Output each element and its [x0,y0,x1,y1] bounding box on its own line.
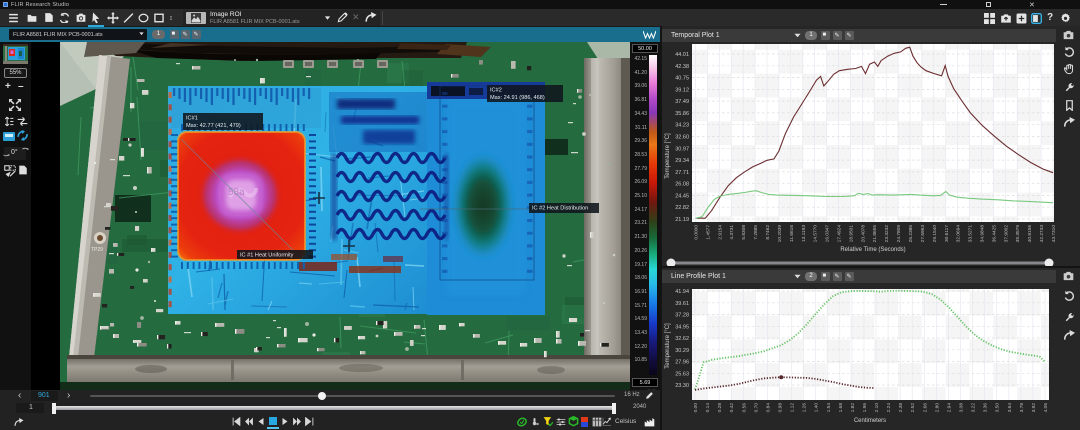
svg-text:17.4924: 17.4924 [837,225,843,243]
svg-text:0.98: 0.98 [778,403,784,413]
svg-text:24.45: 24.45 [675,193,689,199]
svg-text:39.12: 39.12 [675,87,689,93]
svg-text:7.2885: 7.2885 [753,225,759,240]
svg-text:3.50: 3.50 [995,403,1001,413]
svg-text:2.94: 2.94 [946,403,952,413]
svg-text:1.4577: 1.4577 [705,225,711,240]
svg-text:3.08: 3.08 [959,403,965,413]
svg-text:3.64: 3.64 [1007,403,1013,413]
svg-text:30.29: 30.29 [675,348,689,354]
svg-text:22.82: 22.82 [675,205,689,211]
svg-text:2.52: 2.52 [910,403,916,413]
svg-text:1.54: 1.54 [826,403,832,413]
svg-text:3.36: 3.36 [983,403,989,413]
svg-text:37.49: 37.49 [675,99,689,105]
svg-text:IC #2 Heat Distribution: IC #2 Heat Distribution [532,206,588,212]
svg-text:39.3579: 39.3579 [1015,225,1021,243]
svg-text:43.7310: 43.7310 [1051,225,1057,243]
svg-text:23.3232: 23.3232 [884,225,890,243]
svg-text:Temperature [°C]: Temperature [°C] [665,323,671,369]
svg-text:3.92: 3.92 [1031,403,1037,413]
svg-text:1.12: 1.12 [790,403,796,413]
svg-text:0.0000: 0.0000 [694,225,700,240]
svg-text:32.0694: 32.0694 [956,225,962,243]
svg-text:21.8655: 21.8655 [872,225,878,243]
svg-text:44.01: 44.01 [675,52,689,58]
svg-text:26.2386: 26.2386 [908,225,914,243]
svg-text:1.26: 1.26 [802,403,808,413]
svg-text:26.08: 26.08 [675,182,689,188]
svg-text:11.6616: 11.6616 [789,225,795,242]
svg-text:20.4078: 20.4078 [860,225,866,243]
svg-text:2.38: 2.38 [898,403,904,413]
svg-text:4.06: 4.06 [1043,403,1049,413]
svg-text:40.8156: 40.8156 [1027,225,1033,243]
svg-text:29.1540: 29.1540 [932,225,938,243]
svg-text:3.22: 3.22 [971,403,977,413]
svg-text:TP29: TP29 [91,247,103,253]
svg-text:IC#1: IC#1 [186,116,198,122]
svg-text:24.7809: 24.7809 [896,225,902,243]
svg-text:Max: 24.91 (986, 468): Max: 24.91 (986, 468) [490,95,545,101]
svg-text:32.60: 32.60 [675,135,689,141]
svg-text:14.5770: 14.5770 [813,225,819,243]
svg-text:30.97: 30.97 [675,146,689,152]
svg-text:0.84: 0.84 [765,403,771,413]
svg-text:33.5271: 33.5271 [968,225,974,243]
svg-text:2.24: 2.24 [886,403,892,413]
svg-text:Centimeters: Centimeters [854,418,886,424]
svg-text:0.42: 0.42 [729,403,735,413]
svg-text:41.94: 41.94 [675,289,689,295]
svg-text:2.66: 2.66 [922,403,928,413]
svg-text:35.86: 35.86 [675,111,689,117]
svg-text:5.8308: 5.8308 [741,225,747,240]
svg-text:13.1193: 13.1193 [801,225,807,242]
svg-text:2.9154: 2.9154 [717,225,723,240]
svg-text:0.56: 0.56 [741,403,747,413]
svg-text:10.2039: 10.2039 [777,225,783,243]
svg-text:0.28: 0.28 [717,403,723,413]
svg-text:4.3731: 4.3731 [729,225,735,240]
svg-text:1.96: 1.96 [862,403,868,413]
svg-text:37.28: 37.28 [675,313,689,319]
svg-text:37.9002: 37.9002 [1003,225,1009,243]
svg-text:34.95: 34.95 [675,324,689,330]
svg-text:2.10: 2.10 [874,403,880,413]
svg-text:21.19: 21.19 [675,217,689,223]
svg-text:IC #1 Heat Uniformity: IC #1 Heat Uniformity [240,253,294,259]
svg-text:Relative Time (Seconds): Relative Time (Seconds) [840,247,905,253]
svg-text:Temperature [°C]: Temperature [°C] [665,133,671,179]
svg-text:IC#2: IC#2 [490,88,502,94]
svg-text:27.96: 27.96 [675,360,689,366]
svg-text:42.38: 42.38 [675,64,689,70]
svg-text:42.2733: 42.2733 [1039,225,1045,243]
svg-text:1.82: 1.82 [850,403,856,413]
svg-text:1.40: 1.40 [814,403,820,413]
svg-text:32.62: 32.62 [675,336,689,342]
svg-text:Max: 42.77 (421, 479): Max: 42.77 (421, 479) [186,123,241,129]
svg-text:16.0347: 16.0347 [825,225,831,243]
svg-text:30.6117: 30.6117 [944,225,950,242]
svg-text:2.80: 2.80 [934,403,940,413]
svg-text:39.61: 39.61 [675,301,689,307]
svg-text:0.70: 0.70 [753,403,759,413]
svg-text:27.6963: 27.6963 [920,225,926,243]
svg-text:36.4425: 36.4425 [991,225,997,243]
svg-text:8.7462: 8.7462 [765,225,771,240]
svg-text:29.34: 29.34 [675,158,689,164]
svg-text:0.00: 0.00 [693,403,699,413]
svg-text:34.23: 34.23 [675,123,689,129]
svg-text:1.68: 1.68 [838,403,844,413]
svg-text:34.9848: 34.9848 [980,225,986,243]
svg-text:0.14: 0.14 [705,403,711,413]
svg-text:18.9501: 18.9501 [848,225,854,243]
svg-text:25.63: 25.63 [675,371,689,377]
svg-text:23.30: 23.30 [675,383,689,389]
svg-text:40.75: 40.75 [675,76,689,82]
svg-text:27.71: 27.71 [675,170,689,176]
svg-text:3.78: 3.78 [1019,403,1025,413]
